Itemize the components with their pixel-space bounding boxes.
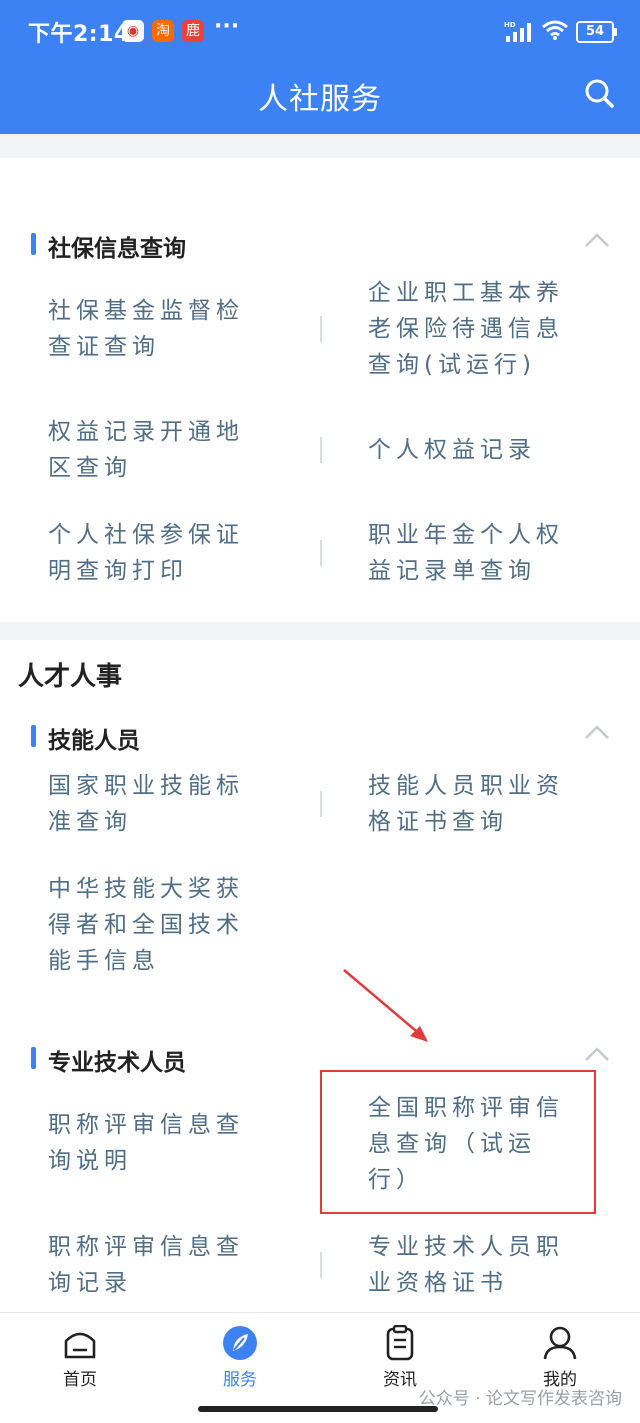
service-item-personal-rights[interactable]: 个人权益记录	[368, 432, 578, 468]
column-divider	[320, 791, 322, 817]
service-item-skill-awards[interactable]: 中华技能大奖获得者和全国技术能手信息	[48, 871, 258, 979]
taobao-app-icon: 淘	[152, 20, 174, 42]
column-divider	[320, 316, 322, 342]
battery-icon: 54	[576, 21, 617, 43]
group-title: 专业技术人员	[48, 1050, 186, 1076]
service-item-annuity-rights[interactable]: 职业年金个人权益记录单查询	[368, 517, 578, 589]
status-bar: 下午2:14 ◉ 淘 鹿 ··· HD 54	[0, 0, 640, 64]
signal-icon: HD	[504, 21, 531, 42]
group-header-social-insurance[interactable]: 社保信息查询	[0, 226, 640, 266]
watermark: 公众号 · 论文写作发表咨询	[418, 1389, 622, 1409]
compass-icon	[223, 1326, 257, 1360]
annotation-highlight-box	[320, 1070, 596, 1214]
network-label: HD	[504, 21, 516, 29]
group-accent-bar	[31, 725, 36, 747]
section-gap	[0, 622, 640, 640]
service-item-title-review-records[interactable]: 职称评审信息查询记录	[48, 1229, 258, 1301]
group-title: 社保信息查询	[48, 236, 186, 262]
service-item-title-review-guide[interactable]: 职称评审信息查询说明	[48, 1107, 258, 1179]
column-divider	[320, 540, 322, 566]
service-item-professional-certificate[interactable]: 专业技术人员职业资格证书	[368, 1229, 578, 1301]
chevron-up-icon[interactable]	[584, 1046, 610, 1062]
wifi-icon	[542, 20, 568, 40]
service-item-fund-supervision[interactable]: 社保基金监督检查证查询	[48, 293, 258, 365]
column-divider	[320, 437, 322, 463]
chevron-up-icon[interactable]	[584, 724, 610, 740]
tab-home[interactable]: 首页	[0, 1313, 160, 1403]
service-item-skill-standards[interactable]: 国家职业技能标准查询	[48, 768, 258, 840]
service-item-insurance-certificate[interactable]: 个人社保参保证明查询打印	[48, 517, 258, 589]
home-icon	[64, 1332, 96, 1359]
tab-services[interactable]: 服务	[160, 1313, 320, 1403]
profile-icon	[543, 1326, 577, 1360]
tab-label: 服务	[223, 1370, 257, 1390]
more-notifications-icon: ···	[214, 14, 240, 39]
group-accent-bar	[31, 1047, 36, 1069]
service-item-rights-region[interactable]: 权益记录开通地区查询	[48, 414, 258, 486]
service-item-skill-certificate[interactable]: 技能人员职业资格证书查询	[368, 768, 578, 840]
status-time: 下午2:14	[28, 22, 130, 47]
tab-label: 首页	[63, 1370, 97, 1390]
service-item-pension-benefit[interactable]: 企业职工基本养老保险待遇信息查询(试运行)	[368, 275, 578, 383]
weibo-app-icon: ◉	[122, 20, 144, 42]
chevron-up-icon[interactable]	[584, 232, 610, 248]
app-header: 下午2:14 ◉ 淘 鹿 ··· HD 54 人社服务	[0, 0, 640, 134]
status-right: HD 54	[504, 16, 617, 46]
group-title: 技能人员	[48, 728, 140, 754]
group-header-skilled-workers[interactable]: 技能人员	[0, 718, 640, 758]
group-accent-bar	[31, 233, 36, 255]
section-gap	[0, 134, 640, 158]
column-divider	[320, 1252, 322, 1278]
news-icon	[386, 1325, 414, 1361]
home-indicator	[198, 1406, 438, 1412]
page-title: 人社服务	[258, 82, 382, 117]
category-title: 人才人事	[18, 662, 123, 692]
app-notification-icon: 鹿	[182, 20, 204, 42]
annotation-arrow	[343, 969, 428, 1042]
search-icon[interactable]	[584, 78, 614, 108]
